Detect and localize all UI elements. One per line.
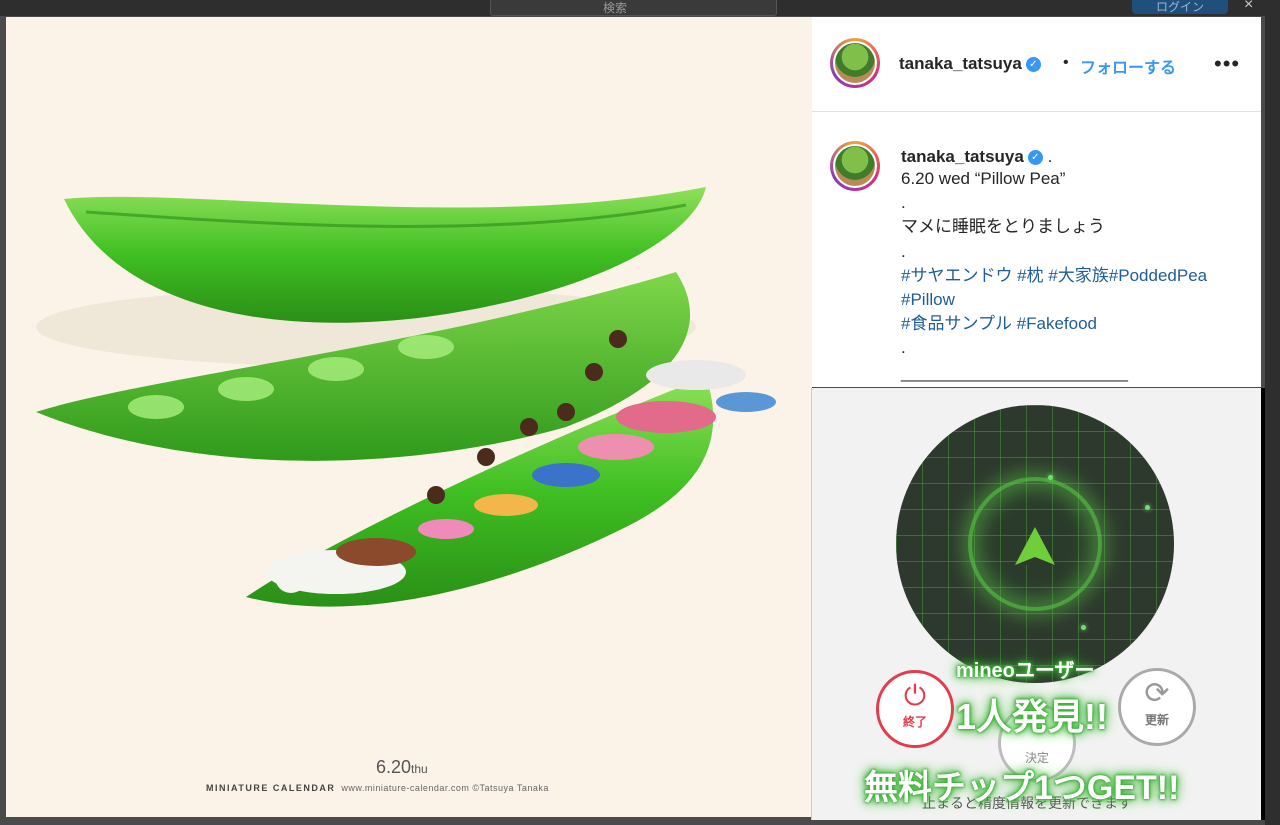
caption-avatar[interactable]: [830, 141, 880, 191]
end-button[interactable]: ⏻ 終了: [876, 670, 954, 748]
radar-blip: [1081, 625, 1086, 630]
post-username-link[interactable]: tanaka_tatsuya ✓: [899, 54, 1041, 74]
top-bar: 検索 ログイン ×: [0, 0, 1280, 16]
caption-username: tanaka_tatsuya: [901, 147, 1024, 166]
refresh-button[interactable]: ⟳ 更新: [1118, 668, 1196, 746]
verified-badge-icon: ✓: [1025, 57, 1041, 73]
location-arrow-icon: [1015, 527, 1055, 565]
mineo-radar-overlay: ⏻ 終了 決定 ⟳ 更新 止まると精度情報を更新できます mineoユーザー 1…: [811, 388, 1261, 820]
end-label: 終了: [902, 715, 927, 729]
radar-blip: [1145, 505, 1150, 510]
caption-line: .: [901, 241, 906, 261]
post-header: tanaka_tatsuya ✓ • フォローする •••: [812, 17, 1261, 112]
refresh-icon: ⟳: [1144, 677, 1170, 710]
radar-blip: [1048, 475, 1053, 480]
avatar[interactable]: [830, 38, 880, 88]
hashtag-line[interactable]: #サヤエンドウ #枕 #大家族#PoddedPea: [901, 264, 1207, 288]
search-input[interactable]: 検索: [490, 0, 777, 16]
hashtag-line[interactable]: #食品サンプル #Fakefood: [901, 312, 1207, 336]
caption-line: .: [901, 193, 906, 213]
caption-username-link[interactable]: tanaka_tatsuya ✓ .: [901, 147, 1052, 167]
found-user-label: mineoユーザー: [956, 660, 1095, 682]
radar-display: [896, 405, 1174, 683]
backdrop-strip: [1265, 0, 1280, 825]
login-button[interactable]: ログイン: [1132, 0, 1228, 14]
post-username: tanaka_tatsuya: [899, 54, 1022, 73]
close-icon[interactable]: ×: [1244, 0, 1253, 14]
caption-lead: .: [1047, 147, 1053, 166]
caption-divider: ________________________: [901, 362, 1128, 382]
reward-message: 無料チップ1つGET!!: [864, 769, 1180, 807]
found-count: 1人発見!!: [956, 696, 1108, 737]
caption-line: 6.20 wed “Pillow Pea”: [901, 169, 1066, 188]
more-options-icon[interactable]: •••: [1214, 51, 1240, 77]
credit-brand: MINIATURE CALENDAR: [206, 783, 336, 793]
caption-line: マメに睡眠をとりましょう: [901, 217, 1105, 237]
search-placeholder: 検索: [603, 1, 628, 15]
caption-line: .: [901, 338, 906, 358]
post-side-panel: tanaka_tatsuya ✓ • フォローする ••• tanaka_tats…: [812, 17, 1261, 387]
post-caption: 6.20 wed “Pillow Pea” . マメに睡眠をとりましょう . #…: [901, 167, 1207, 385]
post-photo: 6.20thu MINIATURE CALENDAR www.miniature…: [6, 17, 812, 817]
calendar-date: 6.20thu: [376, 757, 428, 778]
hashtag-line[interactable]: #Pillow: [901, 288, 1207, 312]
follow-button[interactable]: フォローする: [1080, 54, 1176, 78]
date-day: thu: [411, 762, 428, 776]
verified-badge-icon: ✓: [1027, 150, 1043, 166]
date-number: 6.20: [376, 757, 412, 777]
separator-dot: •: [1063, 54, 1069, 71]
power-icon: ⏻: [903, 680, 927, 711]
credit-text: www.miniature-calendar.com ©Tatsuya Tana…: [341, 783, 549, 793]
refresh-label: 更新: [1144, 713, 1169, 727]
photo-credit: MINIATURE CALENDAR www.miniature-calenda…: [206, 783, 549, 793]
snap-pea-illustration: [36, 187, 776, 607]
